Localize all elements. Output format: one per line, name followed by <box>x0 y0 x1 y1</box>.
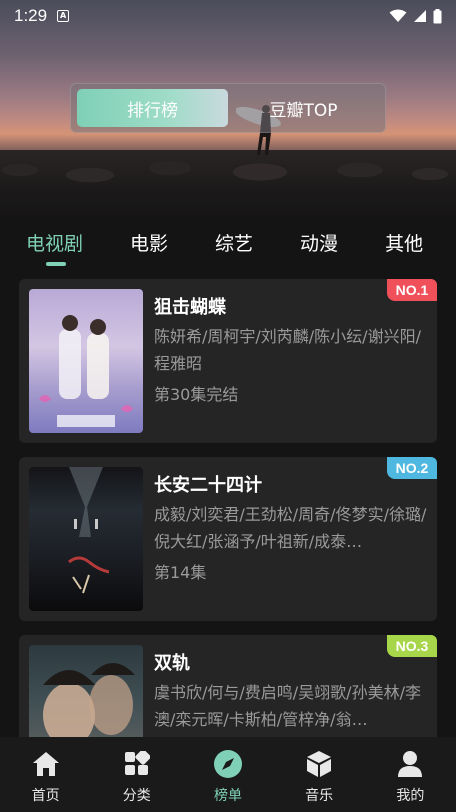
bottom-navigation: 首页 分类 榜单 音乐 我的 <box>0 737 456 812</box>
poster-image <box>29 467 143 611</box>
poster-image <box>29 289 143 433</box>
nav-category[interactable]: 分类 <box>102 749 172 805</box>
category-tabs: 电视剧 电影 综艺 动漫 其他 <box>0 216 456 268</box>
ranking-list: 狙击蝴蝶 陈妍希/周柯宇/刘芮麟/陈小纭/谢兴阳/程雅昭 第30集完结 NO.1… <box>19 279 437 812</box>
cube-icon <box>304 749 334 779</box>
item-cast: 虞书欣/何与/费启鸣/吴翊歌/孙美林/李澳/栾元晖/卡斯柏/管梓净/翁… <box>154 683 421 729</box>
grid-icon <box>122 749 152 779</box>
item-status: 第30集完结 <box>154 385 239 404</box>
hero-rocks <box>0 150 456 216</box>
item-title: 双轨 <box>154 653 190 674</box>
rank-badge: NO.3 <box>387 635 437 657</box>
list-item[interactable]: 长安二十四计 成毅/刘奕君/王劲松/周奇/佟梦实/徐璐/倪大红/张涵予/叶祖新/… <box>19 457 437 621</box>
nav-mine-label: 我的 <box>396 788 425 804</box>
tab-anime[interactable]: 动漫 <box>300 229 338 256</box>
rank-badge: NO.2 <box>387 457 437 479</box>
nav-home-label: 首页 <box>31 788 60 804</box>
tab-other[interactable]: 其他 <box>385 229 423 256</box>
segment-ranking[interactable]: 排行榜 <box>77 89 228 127</box>
rank-badge: NO.1 <box>387 279 437 301</box>
nav-ranking[interactable]: 榜单 <box>193 749 263 805</box>
item-status: 第14集 <box>154 563 207 582</box>
notification-a-icon: A <box>57 10 70 22</box>
tab-variety[interactable]: 综艺 <box>215 229 253 256</box>
list-item[interactable]: 狙击蝴蝶 陈妍希/周柯宇/刘芮麟/陈小纭/谢兴阳/程雅昭 第30集完结 NO.1 <box>19 279 437 443</box>
nav-mine[interactable]: 我的 <box>375 749 445 805</box>
status-bar: 1:29 A <box>0 0 456 32</box>
nav-home[interactable]: 首页 <box>11 749 81 805</box>
person-icon <box>395 749 425 779</box>
segment-douban-top[interactable]: 豆瓣TOP <box>228 89 379 127</box>
compass-icon <box>213 749 243 779</box>
status-time: 1:29 <box>14 6 48 25</box>
item-cast: 成毅/刘奕君/王劲松/周奇/佟梦实/徐璐/倪大红/张涵予/叶祖新/成泰… <box>154 505 427 551</box>
wifi-icon <box>389 9 407 22</box>
item-cast: 陈妍希/周柯宇/刘芮麟/陈小纭/谢兴阳/程雅昭 <box>154 327 421 373</box>
ranking-segment-control: 排行榜 豆瓣TOP <box>70 83 386 133</box>
item-title: 狙击蝴蝶 <box>154 297 226 318</box>
nav-ranking-label: 榜单 <box>213 788 242 804</box>
tab-movies[interactable]: 电影 <box>130 229 168 256</box>
tab-active-indicator <box>46 262 66 266</box>
nav-music-label: 音乐 <box>305 788 334 804</box>
battery-icon <box>433 8 442 23</box>
home-icon <box>31 749 61 779</box>
nav-music[interactable]: 音乐 <box>284 749 354 805</box>
signal-icon <box>414 10 426 22</box>
item-title: 长安二十四计 <box>154 475 262 496</box>
tab-tv-series[interactable]: 电视剧 <box>26 229 83 256</box>
nav-category-label: 分类 <box>122 788 151 804</box>
